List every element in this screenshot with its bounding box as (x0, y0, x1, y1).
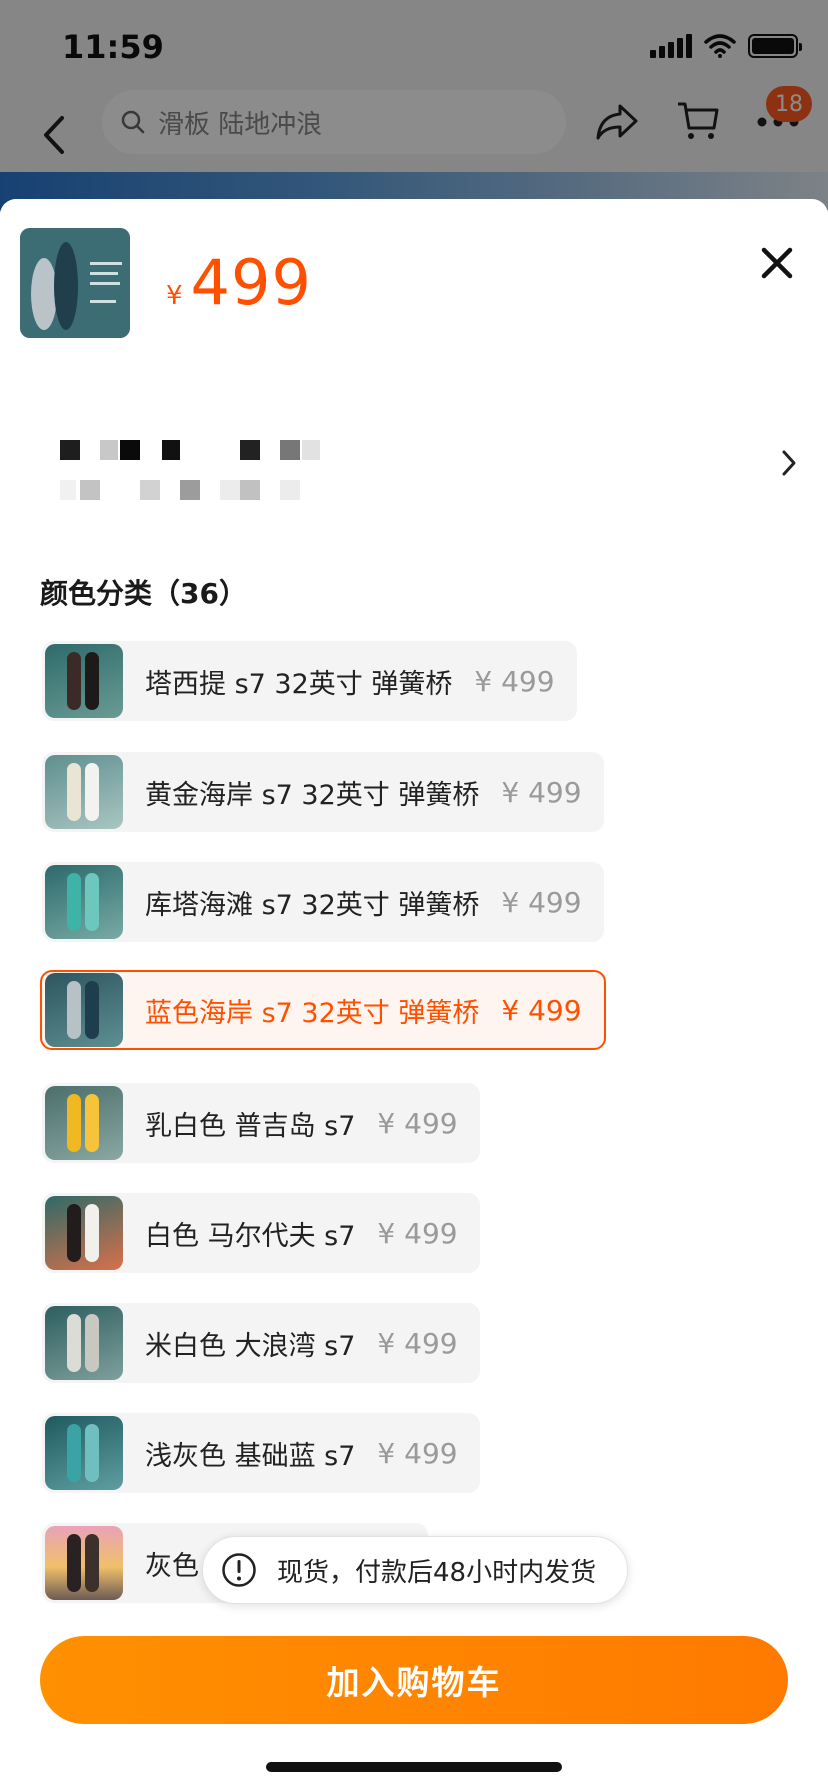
option-name: 塔西提 s7 32英寸 弹簧桥 (145, 668, 453, 700)
close-icon[interactable] (758, 244, 796, 282)
option-thumbnail (45, 865, 123, 939)
home-indicator (266, 1762, 562, 1772)
obscured-address[interactable] (58, 436, 328, 502)
option-price: ¥ 499 (377, 1216, 458, 1250)
option-thumbnail (45, 1086, 123, 1160)
dim-overlay[interactable] (0, 0, 828, 210)
option-name: 乳白色 普吉岛 s7 (145, 1110, 356, 1142)
toast-text: 现货，付款后48小时内发货 (277, 1557, 597, 1588)
color-category-title: 颜色分类（36） (40, 577, 247, 610)
background-page: 11:59 滑板 陆地冲浪 18 (0, 0, 828, 212)
option-price: ¥ 499 (501, 885, 582, 919)
color-option[interactable]: 乳白色 普吉岛 s7 ¥ 499 (42, 1083, 480, 1163)
color-option[interactable]: 库塔海滩 s7 32英寸 弹簧桥 ¥ 499 (42, 862, 604, 942)
add-to-cart-button[interactable]: 加入购物车 (40, 1636, 788, 1724)
exclamation-circle-icon (222, 1553, 256, 1587)
option-name: 灰色 (145, 1550, 199, 1582)
option-name: 米白色 大浪湾 s7 (145, 1330, 356, 1362)
option-thumbnail (45, 1196, 123, 1270)
option-price: ¥ 499 (377, 1106, 458, 1140)
option-thumbnail (45, 644, 123, 718)
color-option[interactable]: 塔西提 s7 32英寸 弹簧桥 ¥ 499 (42, 641, 577, 721)
option-name: 白色 马尔代夫 s7 (145, 1220, 356, 1252)
option-name: 浅灰色 基础蓝 s7 (145, 1440, 356, 1472)
option-name: 库塔海滩 s7 32英寸 弹簧桥 (145, 889, 480, 921)
color-option[interactable]: 浅灰色 基础蓝 s7 ¥ 499 (42, 1413, 480, 1493)
product-thumbnail[interactable] (20, 228, 130, 338)
option-thumbnail (45, 1416, 123, 1490)
currency-symbol: ¥ (166, 281, 183, 311)
option-price: ¥ 499 (501, 775, 582, 809)
option-price: ¥ 499 (377, 1436, 458, 1470)
option-price: ¥ 499 (377, 1326, 458, 1360)
color-option[interactable]: 白色 马尔代夫 s7 ¥ 499 (42, 1193, 480, 1273)
color-option[interactable]: 黄金海岸 s7 32英寸 弹簧桥 ¥ 499 (42, 752, 604, 832)
color-option[interactable]: 米白色 大浪湾 s7 ¥ 499 (42, 1303, 480, 1383)
chevron-right-icon[interactable] (778, 448, 800, 478)
option-thumbnail (45, 1306, 123, 1380)
price-value: 499 (190, 246, 312, 319)
option-thumbnail (45, 755, 123, 829)
color-option-selected[interactable]: 蓝色海岸 s7 32英寸 弹簧桥 ¥ 499 (40, 970, 606, 1050)
price-display: ¥ 499 (166, 246, 312, 319)
option-price: ¥ 499 (474, 664, 555, 698)
option-name: 蓝色海岸 s7 32英寸 弹簧桥 (145, 997, 480, 1029)
shipping-toast: 现货，付款后48小时内发货 (202, 1536, 628, 1604)
skateboard-image-icon (20, 228, 130, 338)
option-name: 黄金海岸 s7 32英寸 弹簧桥 (145, 779, 480, 811)
option-thumbnail (45, 1526, 123, 1600)
option-thumbnail (45, 973, 123, 1047)
option-price: ¥ 499 (501, 993, 582, 1027)
